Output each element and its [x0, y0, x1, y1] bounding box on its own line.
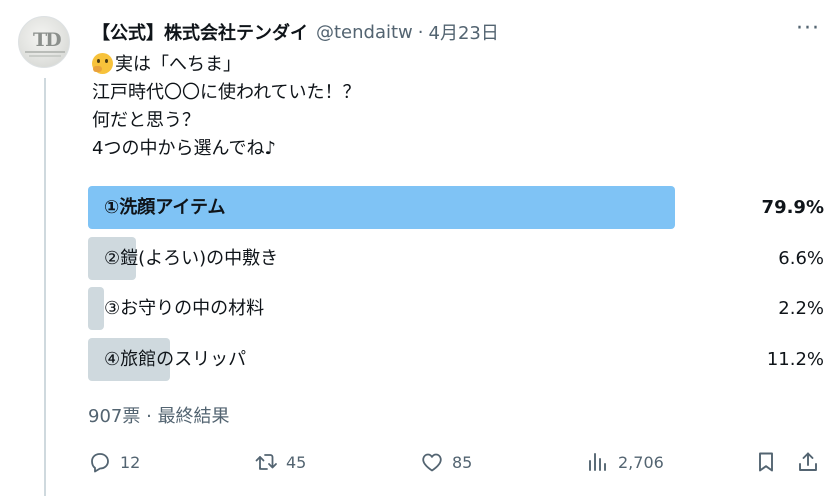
separator-dot: ·: [417, 21, 424, 43]
share-button[interactable]: [796, 446, 820, 478]
logo-mark: TD: [33, 29, 62, 51]
poll-option-label: ④旅館のスリッパ: [104, 348, 247, 370]
poll-option-percent: 11.2%: [766, 348, 824, 370]
tweet-header: 【公式】株式会社テンダイ @tendaitw · 4月23日: [92, 19, 499, 45]
poll-option-label: ②鎧(よろい)の中敷き: [104, 247, 279, 269]
poll-option-percent: 6.6%: [778, 247, 824, 269]
poll-status: 最終結果: [157, 406, 230, 427]
logo-rule: [25, 51, 65, 53]
retweet-count: 45: [286, 452, 307, 472]
tweet-text-line-1-text: 実は「へちま」: [115, 54, 241, 75]
avatar[interactable]: TD: [18, 16, 70, 68]
views-bar-chart-icon: [589, 453, 606, 471]
poll-option-label: ③お守りの中の材料: [104, 298, 265, 319]
view-count: 2,706: [618, 452, 664, 472]
tweet-text-line-4: 4つの中から選んでね♪: [92, 138, 277, 159]
reply-button[interactable]: 12: [88, 446, 140, 478]
retweet-button[interactable]: 45: [254, 446, 306, 478]
tweet-date[interactable]: 4月23日: [429, 19, 499, 45]
poll-bar-3: [88, 287, 104, 330]
reply-count: 12: [120, 452, 141, 472]
poll-option-3: ③お守りの中の材料 2.2%: [88, 287, 824, 330]
more-options-icon[interactable]: ···: [796, 18, 820, 40]
poll-option-2: ②鎧(よろい)の中敷き 6.6%: [88, 236, 824, 280]
display-name[interactable]: 【公式】株式会社テンダイ: [92, 19, 308, 45]
poll-meta: 907票 · 最終結果: [88, 402, 230, 428]
poll-vote-count: 907票: [88, 406, 141, 427]
retweet-icon: [255, 454, 277, 470]
separator-dot: ·: [146, 406, 152, 427]
thinking-face-icon: [92, 53, 113, 74]
thread-line: [44, 78, 46, 496]
heart-icon: [422, 453, 442, 472]
poll-option-percent: 79.9%: [761, 197, 824, 218]
poll-option-4: ④旅館のスリッパ 11.2%: [88, 337, 824, 381]
poll-option-percent: 2.2%: [778, 298, 824, 319]
user-handle[interactable]: @tendaitw: [316, 22, 413, 43]
like-button[interactable]: 85: [420, 446, 472, 478]
tweet-text-line-1: 実は「へちま」: [92, 51, 361, 79]
bookmark-icon: [759, 452, 773, 472]
action-bar: 12 45 85 2,706: [88, 446, 824, 478]
views-button[interactable]: 2,706: [586, 446, 664, 478]
poll-option-1: ①洗顔アイテム 79.9%: [88, 186, 824, 229]
bookmark-button[interactable]: [754, 446, 778, 478]
tweet-text-line-3: 何だと思う？: [92, 110, 200, 131]
poll-option-label: ①洗顔アイテム: [104, 197, 226, 218]
tweet-text-line-2: 江戸時代〇〇に使われていた！？: [92, 82, 361, 103]
poll: ①洗顔アイテム 79.9% ②鎧(よろい)の中敷き 6.6% ③お守りの中の材料…: [88, 186, 824, 388]
share-icon: [799, 452, 817, 471]
like-count: 85: [452, 452, 473, 472]
logo-subline: [29, 55, 61, 57]
reply-icon: [91, 453, 109, 473]
tweet-text: 実は「へちま」 江戸時代〇〇に使われていた！？ 何だと思う？ 4つの中から選んで…: [92, 51, 361, 163]
